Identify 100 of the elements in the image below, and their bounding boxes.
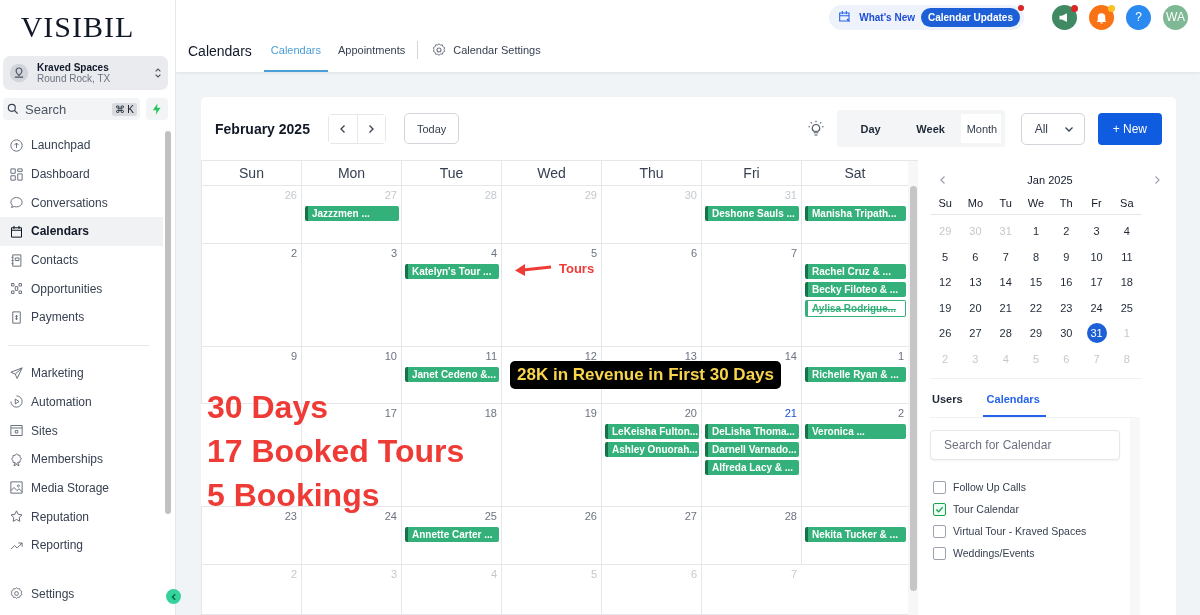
mini-calendar-day[interactable]: 3	[1086, 221, 1107, 241]
mini-calendar-day[interactable]: 5	[935, 246, 956, 267]
weekday-header: Sun	[201, 161, 301, 185]
checkbox[interactable]	[933, 480, 946, 494]
mini-calendar-day[interactable]: 26	[935, 323, 956, 343]
mini-calendar-day[interactable]: 11	[1116, 246, 1137, 267]
mini-calendar-title: Jan 2025	[1027, 174, 1073, 186]
nav-item[interactable]: Sites	[0, 416, 163, 445]
day-number: 7	[790, 567, 798, 582]
nav-item[interactable]: Contacts	[0, 245, 163, 275]
next-button[interactable]	[356, 114, 385, 143]
settings-icon	[431, 42, 448, 59]
view-tab[interactable]: Month	[960, 114, 1001, 143]
mini-calendar-day[interactable]: 7	[995, 246, 1016, 267]
panel-tab[interactable]: Users	[930, 381, 969, 417]
mini-calendar-day[interactable]: 29	[1026, 323, 1046, 343]
day-number: 28	[484, 188, 498, 203]
search-field[interactable]: Search ⌘ K	[3, 98, 140, 120]
mini-calendar-day[interactable]: 19	[935, 297, 956, 318]
nav-item[interactable]: Launchpad	[0, 131, 163, 160]
weekday-label: Th	[1058, 196, 1074, 211]
chevron-right-icon[interactable]	[1152, 175, 1162, 185]
mini-calendar-day[interactable]: 1	[1026, 221, 1046, 241]
chevron-left-icon[interactable]	[938, 175, 948, 185]
account-name: Kraved Spaces	[37, 62, 111, 73]
mini-calendar-day[interactable]: 13	[965, 272, 986, 292]
day-number: 27	[384, 188, 398, 203]
nav-item[interactable]: Conversations	[0, 188, 163, 218]
day-number: 13	[684, 349, 698, 364]
mini-calendar-day[interactable]: 15	[1026, 272, 1046, 292]
mini-calendar-day[interactable]: 14	[995, 272, 1016, 292]
mini-calendar-day[interactable]: 27	[965, 323, 986, 343]
checkbox[interactable]	[933, 502, 946, 516]
nav-icon	[9, 195, 24, 211]
weekday-header: Tue	[401, 161, 501, 185]
mini-calendar-day[interactable]: 20	[965, 297, 986, 318]
nav-item[interactable]: Payments	[0, 303, 163, 332]
nav-item[interactable]: Opportunities	[0, 274, 163, 304]
quick-action-button[interactable]	[146, 98, 168, 120]
nav-item[interactable]: Automation	[0, 387, 163, 417]
weekday-label: Fr	[1090, 196, 1103, 211]
checkbox[interactable]	[933, 524, 946, 538]
checkmark-icon	[935, 504, 944, 514]
nav-item[interactable]: Reporting	[0, 530, 163, 560]
mini-calendar-day[interactable]: 31	[1086, 323, 1107, 343]
mini-calendar-day[interactable]: 25	[1116, 297, 1137, 318]
mini-calendar-day[interactable]: 10	[1086, 246, 1107, 267]
mini-calendar-day[interactable]: 21	[995, 297, 1016, 318]
mini-calendar-day[interactable]: 2	[1056, 221, 1077, 241]
mini-calendar-day[interactable]: 17	[1086, 272, 1107, 292]
notifications-button[interactable]	[1089, 4, 1114, 30]
weekday-header: Wed	[501, 161, 601, 185]
day-number: 5	[590, 246, 598, 261]
mini-calendar-day[interactable]: 16	[1056, 272, 1077, 292]
nav-item[interactable]: Memberships	[0, 444, 163, 474]
search-input[interactable]: Search	[23, 100, 109, 118]
mini-calendar-day[interactable]: 6	[965, 246, 986, 267]
nav-item[interactable]: Dashboard	[0, 159, 163, 189]
nav-item[interactable]: Calendars	[0, 217, 163, 246]
calendar-name: Virtual Tour - Kraved Spaces	[953, 525, 1087, 537]
mini-calendar-day[interactable]: 8	[1026, 246, 1046, 267]
tab[interactable]: Appointments	[330, 30, 413, 72]
panel-tab[interactable]: Calendars	[982, 381, 1046, 417]
checkbox[interactable]	[933, 546, 946, 560]
day-number: 24	[384, 510, 398, 525]
mini-calendar-day[interactable]: 30	[1056, 323, 1077, 343]
mini-calendar-day[interactable]: 4	[1116, 221, 1137, 241]
nav-item[interactable]: Media Storage	[0, 473, 163, 503]
arrow-icon	[513, 261, 553, 276]
day-number: 9	[290, 349, 298, 364]
view-tab[interactable]: Week	[900, 114, 961, 143]
scrollbar-thumb[interactable]	[909, 186, 917, 591]
chevron-left-icon	[169, 592, 178, 601]
help-button[interactable]: ?	[1126, 4, 1151, 30]
day-number: 25	[484, 510, 498, 525]
calendar-settings-link[interactable]: Calendar Settings	[424, 30, 548, 72]
mini-calendar-day[interactable]: 12	[935, 272, 956, 292]
today-button[interactable]: Today	[403, 113, 460, 144]
nav-item[interactable]: Reputation	[0, 502, 163, 531]
new-button[interactable]: + New	[1097, 112, 1162, 145]
mini-calendar-day[interactable]: 28	[995, 323, 1016, 343]
calendar-name: Weddings/Events	[953, 547, 1035, 559]
view-tab[interactable]: Day	[840, 114, 901, 143]
mini-calendar-day[interactable]: 9	[1056, 246, 1077, 267]
mini-calendar-day[interactable]: 24	[1086, 297, 1107, 318]
whats-new-pill[interactable]: What's New Calendar Updates	[829, 4, 1024, 30]
nav-icon	[9, 166, 24, 182]
filter-dropdown[interactable]: All	[1020, 112, 1085, 145]
calendar-search-field[interactable]: Search for Calendar	[930, 430, 1120, 460]
announcements-button[interactable]	[1052, 4, 1077, 30]
calendar-updates-badge[interactable]: Calendar Updates	[920, 7, 1020, 27]
mini-calendar-day[interactable]: 22	[1026, 297, 1046, 318]
account-switcher[interactable]: Kraved Spaces Round Rock, TX	[3, 56, 168, 90]
day-number: 2	[897, 406, 905, 421]
day-number: 17	[384, 406, 398, 421]
lightbulb-icon[interactable]	[806, 119, 825, 138]
mini-calendar-day[interactable]: 23	[1056, 297, 1077, 318]
nav-item[interactable]: Marketing	[0, 358, 163, 388]
mini-calendar-day[interactable]: 18	[1116, 272, 1137, 292]
settings-link[interactable]: Settings	[0, 579, 75, 608]
